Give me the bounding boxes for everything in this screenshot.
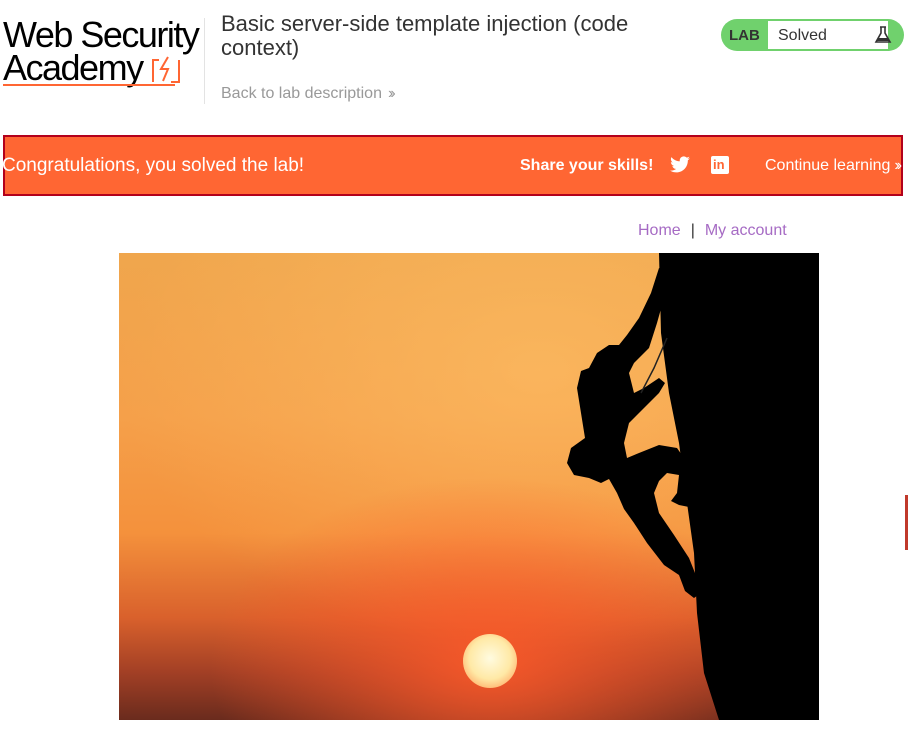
- climber-sunset-image: [119, 253, 819, 720]
- hero-image: [119, 253, 819, 720]
- header-divider: [204, 18, 205, 104]
- double-chevron-right-icon: ››: [894, 157, 901, 174]
- double-chevron-right-icon: ››: [387, 85, 395, 102]
- continue-learning-link[interactable]: Continue learning ››: [765, 157, 902, 175]
- share-skills-label: Share your skills!: [520, 157, 654, 174]
- back-link-label: Back to lab description: [221, 85, 382, 102]
- linkedin-icon[interactable]: in: [711, 156, 729, 174]
- lab-status-value: Solved: [778, 27, 827, 44]
- lab-header: Web Security Academy Basic server-side t…: [0, 0, 908, 130]
- lab-title: Basic server-side template injection (co…: [221, 11, 629, 60]
- nav-separator: |: [690, 222, 695, 239]
- lab-status-value-box: Solved: [768, 21, 888, 49]
- home-link[interactable]: Home: [638, 222, 681, 239]
- linkedin-glyph: in: [713, 157, 725, 172]
- back-to-lab-description-link[interactable]: Back to lab description ››: [221, 85, 395, 103]
- continue-learning-label: Continue learning: [765, 157, 891, 174]
- flask-icon: [874, 26, 892, 43]
- congratulations-banner: Congratulations, you solved the lab! Sha…: [2, 135, 903, 196]
- web-security-academy-logo[interactable]: Web Security Academy: [3, 16, 201, 90]
- my-account-link[interactable]: My account: [705, 222, 787, 239]
- lab-status-label: LAB: [729, 27, 760, 44]
- logo-underline: [3, 84, 175, 86]
- logo-line-2: Academy: [3, 47, 144, 88]
- top-nav: Home | My account: [638, 222, 787, 240]
- congratulations-message: Congratulations, you solved the lab!: [2, 155, 305, 176]
- twitter-icon[interactable]: [669, 156, 691, 174]
- logo-bolt-icon: [152, 56, 180, 83]
- lab-status-widget: LAB Solved: [721, 19, 904, 51]
